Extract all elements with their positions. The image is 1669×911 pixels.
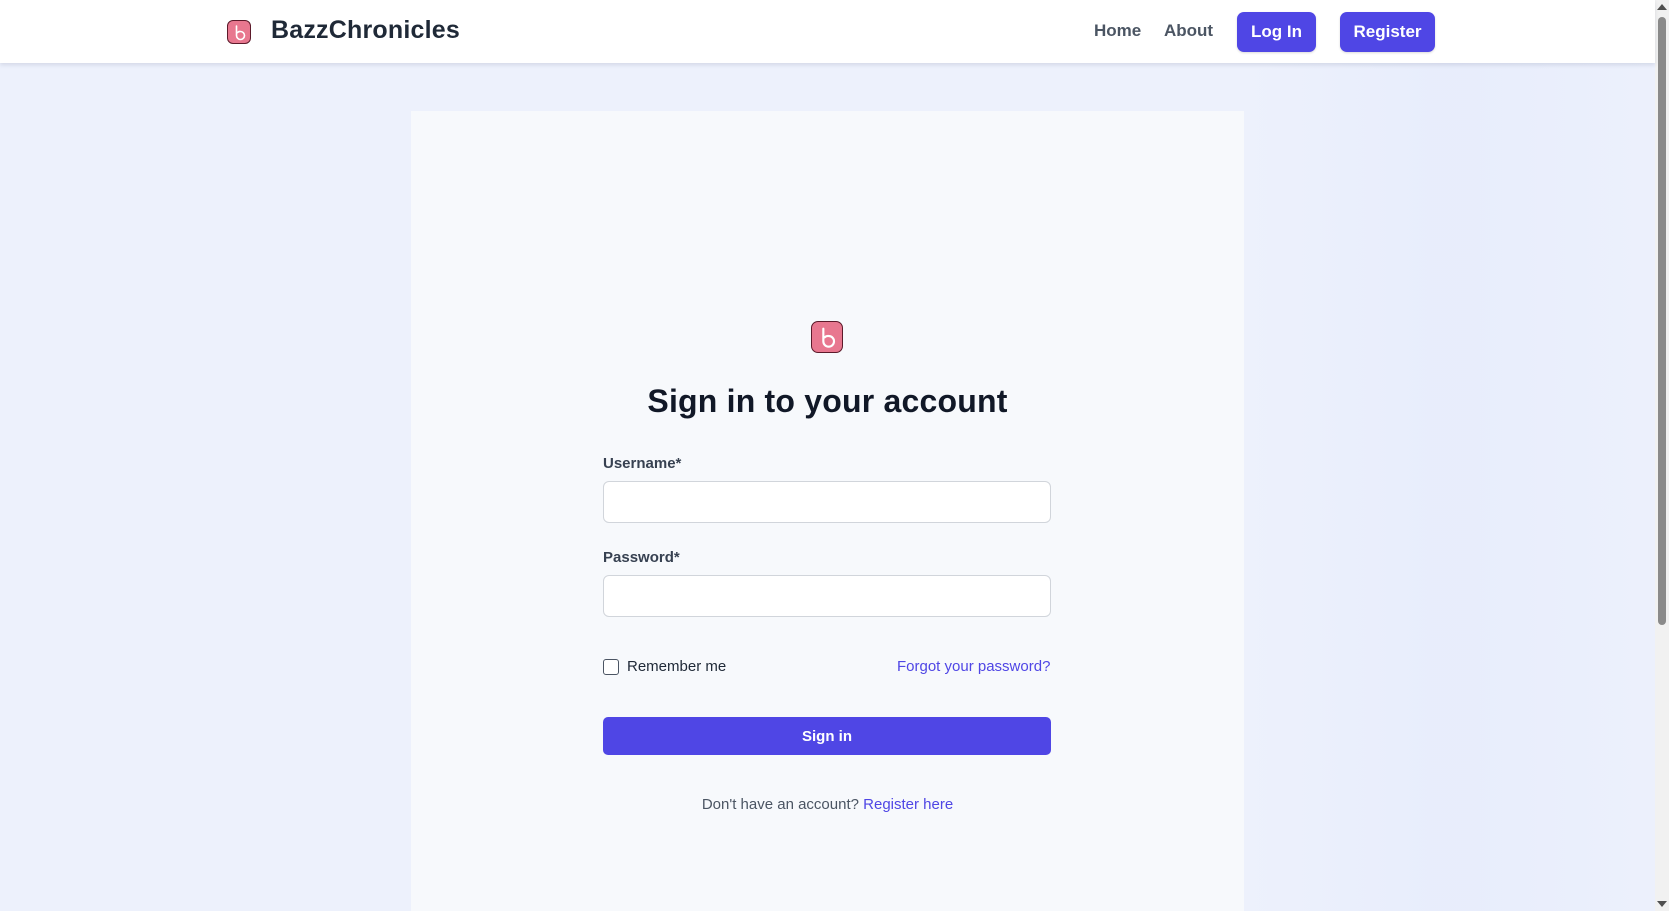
background-shade bbox=[1245, 63, 1655, 911]
password-label: Password* bbox=[603, 549, 680, 566]
forgot-password-link[interactable]: Forgot your password? bbox=[897, 658, 1050, 675]
top-navbar: BazzChronicles Home About Log In Registe… bbox=[0, 0, 1655, 63]
remember-me-checkbox[interactable] bbox=[603, 659, 619, 675]
scroll-up-arrow-icon[interactable] bbox=[1657, 4, 1667, 10]
register-prompt-text: Don't have an account? bbox=[701, 796, 859, 813]
brand-name[interactable]: BazzChronicles bbox=[271, 16, 460, 45]
page-title: Sign in to your account bbox=[647, 383, 1008, 419]
page-scrollbar[interactable] bbox=[1655, 0, 1669, 911]
nav-login-button[interactable]: Log In bbox=[1237, 12, 1316, 52]
username-label: Username* bbox=[603, 455, 682, 472]
nav-home-link[interactable]: Home bbox=[1094, 21, 1141, 41]
remember-me-label[interactable]: Remember me bbox=[627, 658, 726, 675]
bazz-logo-icon[interactable] bbox=[227, 20, 251, 44]
nav-register-button[interactable]: Register bbox=[1340, 12, 1435, 52]
card-logo-icon bbox=[811, 321, 843, 353]
register-prompt: Don't have an account? Register here bbox=[411, 796, 1244, 813]
scroll-down-arrow-icon[interactable] bbox=[1657, 901, 1667, 907]
password-input[interactable] bbox=[603, 575, 1051, 617]
scroll-thumb[interactable] bbox=[1658, 17, 1666, 625]
nav-about-link[interactable]: About bbox=[1164, 21, 1213, 41]
register-here-link[interactable]: Register here bbox=[863, 796, 953, 813]
sign-in-button[interactable]: Sign in bbox=[603, 717, 1051, 755]
username-input[interactable] bbox=[603, 481, 1051, 523]
